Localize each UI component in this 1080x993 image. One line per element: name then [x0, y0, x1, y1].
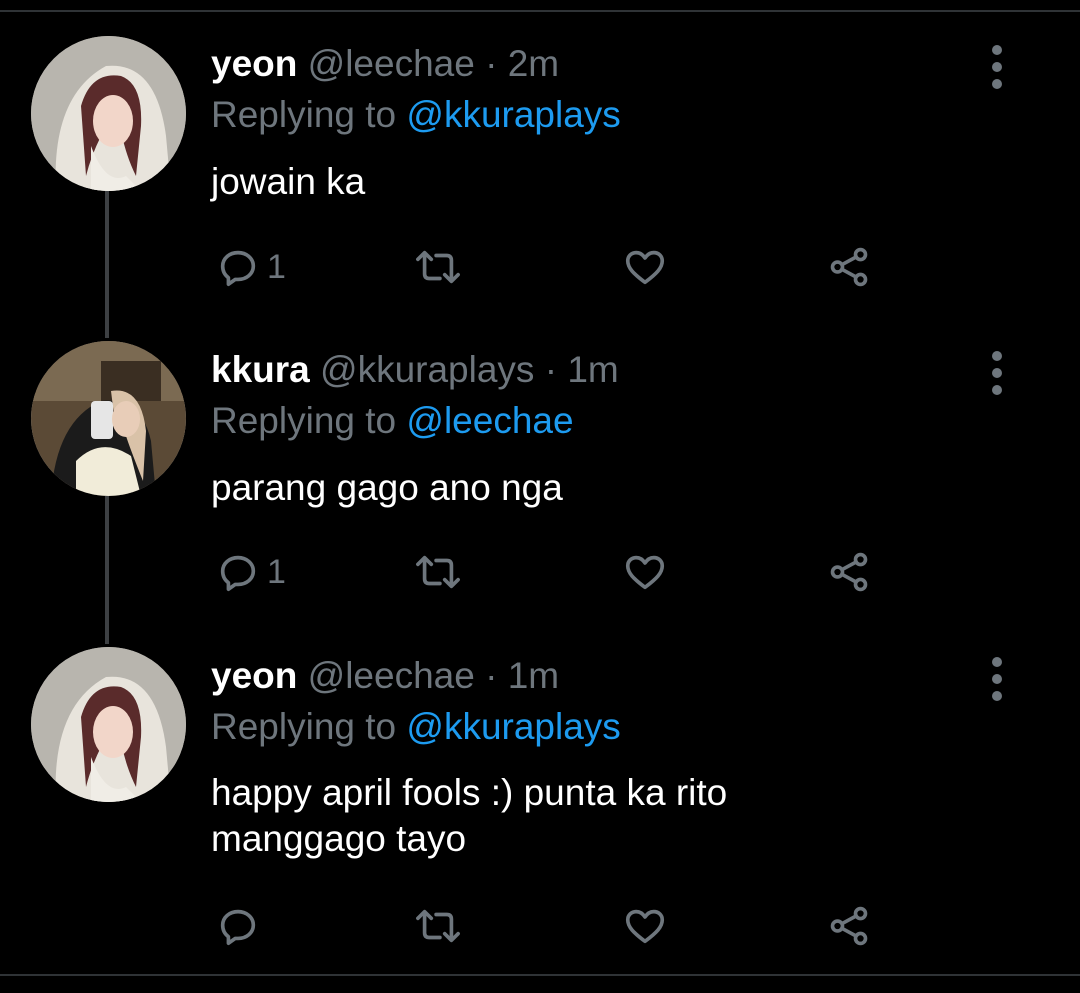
mention-link[interactable]: @kkuraplays — [406, 706, 620, 747]
more-icon[interactable] — [982, 45, 1012, 89]
share-icon — [830, 552, 868, 592]
reply-icon — [220, 250, 256, 287]
tweet-text: jowain ka — [211, 161, 366, 202]
avatar[interactable] — [31, 647, 186, 802]
thread-connector — [105, 190, 109, 338]
action-bar: 1 — [211, 547, 911, 597]
timestamp[interactable]: 1m — [567, 349, 618, 390]
reply-icon — [220, 555, 256, 592]
replying-to: Replying to @kkuraplays — [211, 705, 621, 749]
timestamp[interactable]: 2m — [508, 43, 559, 84]
tweet-header: yeon @leechae · 2m — [211, 42, 559, 86]
display-name[interactable]: kkura — [211, 349, 310, 390]
reply-icon — [220, 909, 256, 946]
avatar[interactable] — [31, 36, 186, 191]
more-icon[interactable] — [982, 351, 1012, 395]
retweet-icon — [416, 909, 460, 943]
handle[interactable]: @leechae — [308, 43, 475, 84]
replying-to-label: Replying to — [211, 400, 397, 441]
replying-to: Replying to @leechae — [211, 399, 574, 443]
retweet-button[interactable] — [411, 242, 465, 292]
thread-connector — [105, 496, 109, 644]
replying-to-label: Replying to — [211, 94, 397, 135]
tweet-text: happy april fools :) punta ka rito mangg… — [211, 772, 728, 859]
reply-button[interactable]: 1 — [215, 547, 286, 597]
handle[interactable]: @kkuraplays — [320, 349, 534, 390]
mention-link[interactable]: @kkuraplays — [406, 94, 620, 135]
replying-to-label: Replying to — [211, 706, 397, 747]
tweet-text: parang gago ano nga — [211, 467, 563, 508]
separator: · — [485, 655, 498, 696]
top-divider — [0, 10, 1080, 12]
separator: · — [485, 43, 498, 84]
avatar[interactable] — [31, 341, 186, 496]
separator: · — [544, 349, 558, 390]
reply-count: 1 — [267, 553, 286, 591]
reply-button[interactable]: 1 — [215, 242, 286, 292]
retweet-button[interactable] — [411, 901, 465, 951]
share-icon — [830, 247, 868, 287]
like-icon — [625, 909, 665, 944]
retweet-icon — [416, 555, 460, 589]
share-button[interactable] — [825, 901, 873, 951]
retweet-icon — [416, 250, 460, 284]
like-button[interactable] — [621, 242, 669, 292]
action-bar — [211, 901, 911, 951]
reply-button[interactable] — [215, 901, 267, 951]
share-button[interactable] — [825, 242, 873, 292]
action-bar: 1 — [211, 242, 911, 292]
display-name[interactable]: yeon — [211, 43, 297, 84]
display-name[interactable]: yeon — [211, 655, 297, 696]
like-icon — [625, 250, 665, 285]
like-button[interactable] — [621, 901, 669, 951]
like-icon — [625, 555, 665, 590]
tweet-header: yeon @leechae · 1m — [211, 654, 559, 698]
like-button[interactable] — [621, 547, 669, 597]
replying-to: Replying to @kkuraplays — [211, 93, 621, 137]
share-button[interactable] — [825, 547, 873, 597]
retweet-button[interactable] — [411, 547, 465, 597]
bottom-divider — [0, 974, 1080, 976]
reply-count: 1 — [267, 248, 286, 286]
share-icon — [830, 906, 868, 946]
tweet-header: kkura @kkuraplays · 1m — [211, 348, 619, 392]
handle[interactable]: @leechae — [308, 655, 475, 696]
mention-link[interactable]: @leechae — [406, 400, 573, 441]
more-icon[interactable] — [982, 657, 1012, 701]
timestamp[interactable]: 1m — [508, 655, 559, 696]
